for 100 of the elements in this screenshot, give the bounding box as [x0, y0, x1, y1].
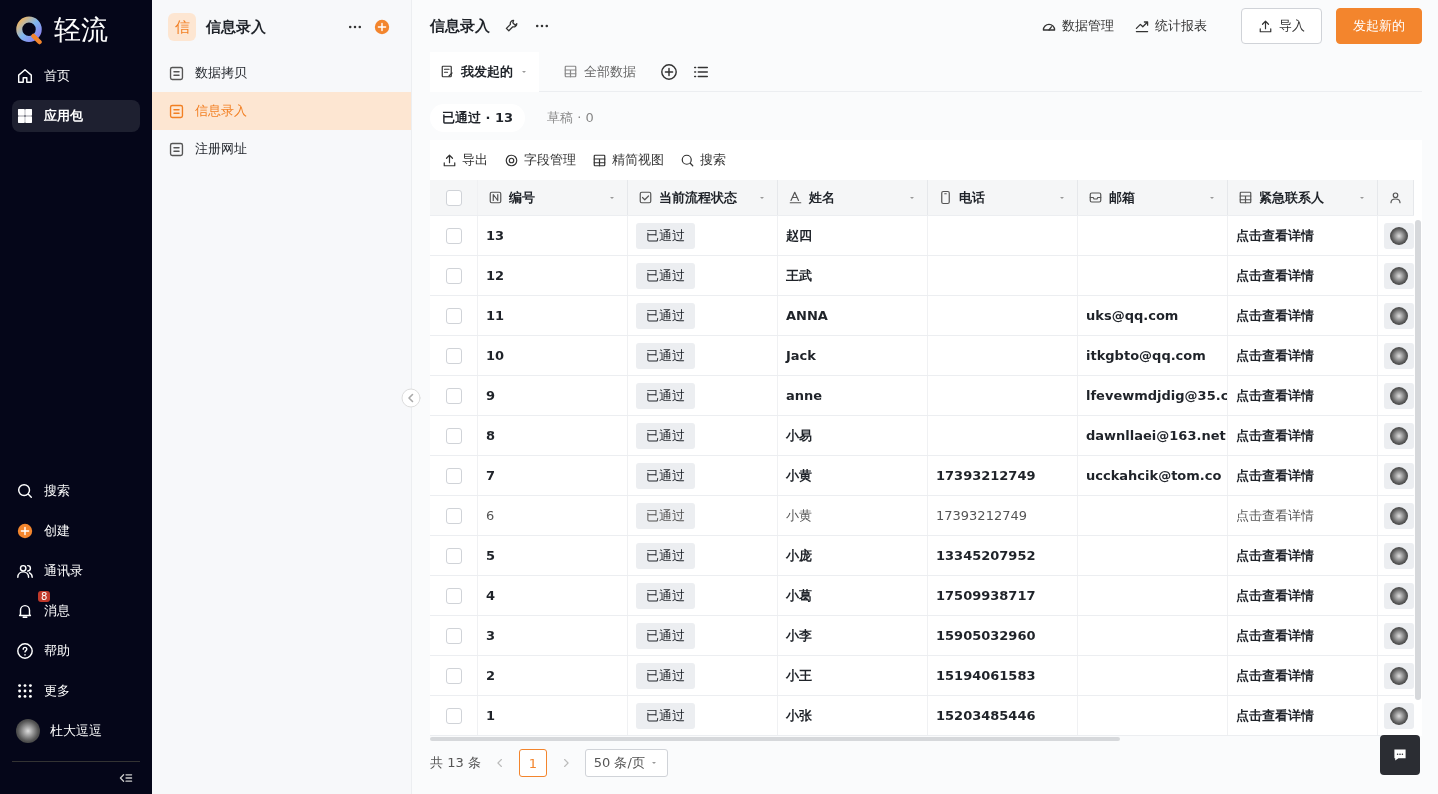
- avatar: [1390, 266, 1408, 285]
- table-row[interactable]: 10 已通过 Jack itkgbto@qq.com 点击查看详情: [430, 336, 1414, 376]
- detail-link[interactable]: 点击查看详情: [1228, 456, 1378, 495]
- chat-button[interactable]: [1380, 735, 1420, 775]
- toolbar-button[interactable]: 导出: [442, 151, 488, 169]
- table-cell: 12: [478, 256, 628, 295]
- row-checkbox[interactable]: [445, 627, 462, 644]
- status-tag: 已通过: [636, 582, 695, 609]
- table-row[interactable]: 8 已通过 小易 dawnllaei@163.net 点击查看详情: [430, 416, 1414, 456]
- view-tab[interactable]: 全部数据: [553, 51, 646, 92]
- column-header[interactable]: 姓名: [809, 188, 901, 207]
- header-link[interactable]: 数据管理: [1041, 17, 1114, 35]
- document-icon: [168, 140, 185, 158]
- checkbox-icon: [638, 190, 653, 205]
- nav-item[interactable]: 首页: [12, 60, 140, 92]
- status-tag: 已通过: [636, 382, 695, 409]
- import-icon: [1258, 18, 1273, 34]
- avatar: [1390, 226, 1408, 245]
- person-icon: [1388, 190, 1403, 205]
- nav-item[interactable]: 搜索: [12, 475, 140, 507]
- table-row[interactable]: 1 已通过 小张 15203485446 点击查看详情: [430, 696, 1414, 736]
- plus-icon: [373, 18, 391, 36]
- page-size-select[interactable]: 50 条/页: [584, 749, 668, 777]
- detail-link[interactable]: 点击查看详情: [1228, 696, 1378, 735]
- table-row[interactable]: 11 已通过 ANNA uks@qq.com 点击查看详情: [430, 296, 1414, 336]
- detail-link[interactable]: 点击查看详情: [1228, 656, 1378, 695]
- nav-item[interactable]: 创建: [12, 515, 140, 547]
- detail-link[interactable]: 点击查看详情: [1228, 496, 1378, 535]
- page-title: 信息录入: [430, 16, 490, 36]
- table-row[interactable]: 4 已通过 小葛 17509938717 点击查看详情: [430, 576, 1414, 616]
- row-checkbox[interactable]: [445, 347, 462, 364]
- row-checkbox[interactable]: [445, 427, 462, 444]
- row-checkbox[interactable]: [445, 667, 462, 684]
- nav-item[interactable]: 帮助: [12, 635, 140, 667]
- table-cell: 17393212749: [928, 456, 1078, 495]
- table-row[interactable]: 13 已通过 赵四 点击查看详情: [430, 216, 1414, 256]
- user-item[interactable]: 杜大逗逗: [12, 715, 140, 747]
- detail-link[interactable]: 点击查看详情: [1228, 336, 1378, 375]
- table-row[interactable]: 9 已通过 anne lfevewmdjdig@35.c 点击查看详情: [430, 376, 1414, 416]
- detail-link[interactable]: 点击查看详情: [1228, 256, 1378, 295]
- table-cell: ucckahcik@tom.co: [1078, 456, 1228, 495]
- filter-tab[interactable]: 草稿 · 0: [535, 104, 606, 132]
- view-tab[interactable]: 我发起的: [430, 51, 539, 92]
- panel-item[interactable]: 数据拷贝: [152, 54, 411, 92]
- row-checkbox[interactable]: [445, 707, 462, 724]
- row-checkbox[interactable]: [445, 387, 462, 404]
- avatar: [16, 719, 40, 743]
- grid-icon: [16, 682, 34, 700]
- filter-tab[interactable]: 已通过 · 13: [430, 104, 526, 132]
- status-tag: 已通过: [636, 542, 695, 569]
- table-row[interactable]: 3 已通过 小李 15905032960 点击查看详情: [430, 616, 1414, 656]
- row-checkbox[interactable]: [445, 227, 462, 244]
- table-cell: 小葛: [778, 576, 928, 615]
- column-header[interactable]: 紧急联系人: [1259, 188, 1351, 207]
- status-tag: 已通过: [636, 222, 695, 249]
- column-header[interactable]: 当前流程状态: [659, 188, 751, 207]
- detail-link[interactable]: 点击查看详情: [1228, 216, 1378, 255]
- logo-icon: [14, 15, 44, 45]
- detail-link[interactable]: 点击查看详情: [1228, 296, 1378, 335]
- header-link[interactable]: 统计报表: [1134, 17, 1207, 35]
- row-checkbox[interactable]: [445, 467, 462, 484]
- table-row[interactable]: 12 已通过 王武 点击查看详情: [430, 256, 1414, 296]
- status-tag: 已通过: [636, 342, 695, 369]
- nav-item[interactable]: 应用包: [12, 100, 140, 132]
- nav-item[interactable]: 通讯录: [12, 555, 140, 587]
- detail-link[interactable]: 点击查看详情: [1228, 376, 1378, 415]
- status-tag: 已通过: [636, 662, 695, 689]
- detail-link[interactable]: 点击查看详情: [1228, 616, 1378, 655]
- form-icon: [440, 64, 455, 79]
- search-icon: [16, 482, 34, 500]
- table-row[interactable]: 7 已通过 小黄 17393212749 ucckahcik@tom.co 点击查看详情: [430, 456, 1414, 496]
- table-row[interactable]: 2 已通过 小王 15194061583 点击查看详情: [430, 656, 1414, 696]
- toolbar-button[interactable]: 搜索: [680, 151, 726, 169]
- help-icon: [16, 642, 34, 660]
- avatar: [1390, 626, 1408, 645]
- column-header[interactable]: 邮箱: [1109, 188, 1201, 207]
- table-row[interactable]: 6 已通过 小黄 17393212749 点击查看详情: [430, 496, 1414, 536]
- column-header[interactable]: 编号: [509, 188, 601, 207]
- toolbar-button[interactable]: 字段管理: [504, 151, 576, 169]
- avatar: [1390, 546, 1408, 565]
- select-all-checkbox[interactable]: [445, 189, 462, 206]
- status-tag: 已通过: [636, 702, 695, 729]
- row-checkbox[interactable]: [445, 587, 462, 604]
- panel-item[interactable]: 注册网址: [152, 130, 411, 168]
- table-cell: 13: [478, 216, 628, 255]
- row-checkbox[interactable]: [445, 307, 462, 324]
- add-icon[interactable]: [660, 62, 678, 81]
- table-cell: ANNA: [778, 296, 928, 335]
- detail-link[interactable]: 点击查看详情: [1228, 536, 1378, 575]
- row-checkbox[interactable]: [445, 547, 462, 564]
- chat-icon: [1392, 747, 1408, 763]
- toolbar-button[interactable]: 精简视图: [592, 151, 664, 169]
- row-checkbox[interactable]: [445, 507, 462, 524]
- nav-item[interactable]: 更多: [12, 675, 140, 707]
- detail-link[interactable]: 点击查看详情: [1228, 416, 1378, 455]
- table-row[interactable]: 5 已通过 小庞 13345207952 点击查看详情: [430, 536, 1414, 576]
- import-button[interactable]: 导入: [1241, 8, 1322, 44]
- detail-link[interactable]: 点击查看详情: [1228, 576, 1378, 615]
- row-checkbox[interactable]: [445, 267, 462, 284]
- column-header[interactable]: 电话: [959, 188, 1051, 207]
